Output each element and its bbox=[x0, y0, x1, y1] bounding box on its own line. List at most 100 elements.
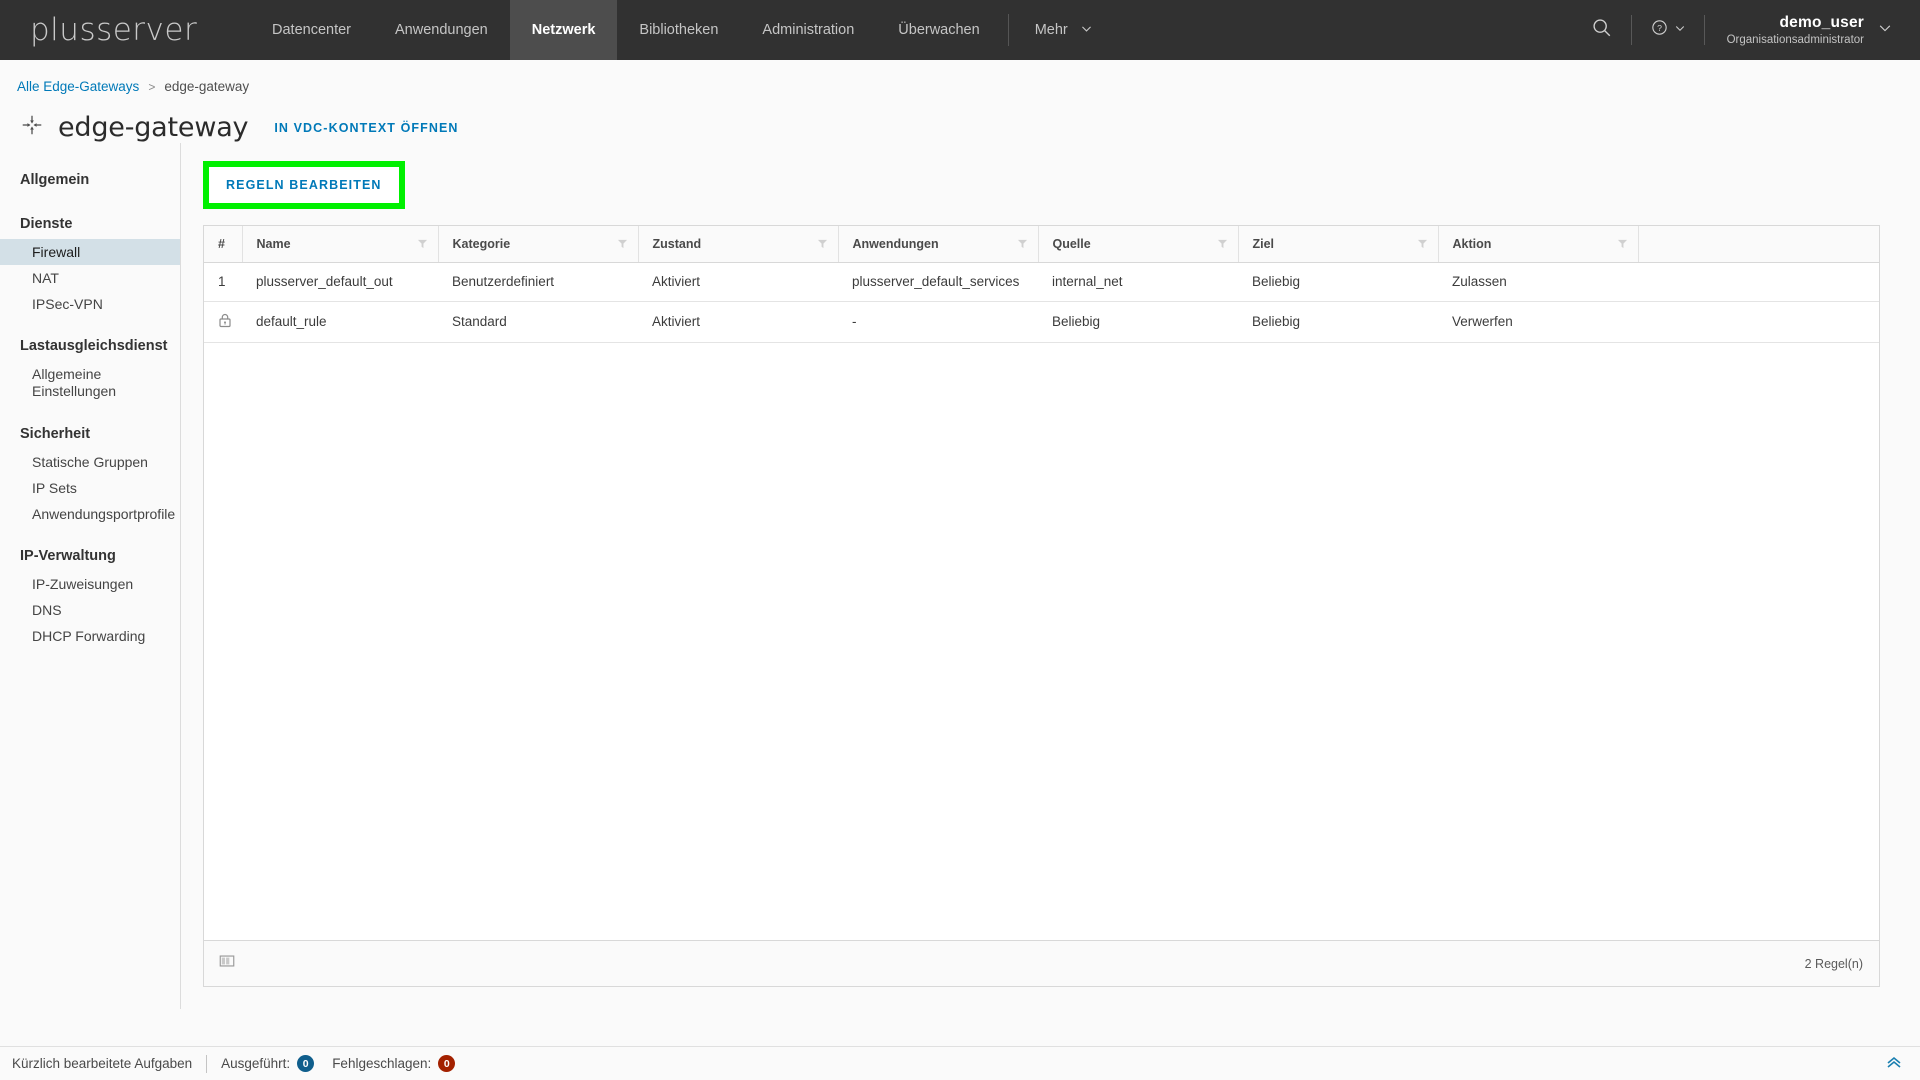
cell-anwendungen: - bbox=[838, 301, 1038, 343]
search-icon bbox=[1591, 17, 1613, 44]
column-header-anwendungen[interactable]: Anwendungen bbox=[838, 226, 1039, 263]
sidebar-heading-dienste: Dienste bbox=[20, 216, 73, 232]
expand-status-bar-button[interactable] bbox=[1884, 1052, 1904, 1075]
column-header-label: Ziel bbox=[1252, 236, 1275, 251]
sidebar-item-dns[interactable]: DNS bbox=[0, 597, 180, 623]
column-header-inner: Anwendungen bbox=[853, 237, 1038, 251]
sidebar-heading-allgemein[interactable]: Allgemein bbox=[0, 165, 180, 195]
rule-count-label: 2 Regel(n) bbox=[1804, 956, 1863, 971]
sidebar-heading-ip-verwaltung: IP-Verwaltung bbox=[20, 548, 116, 565]
nav-item-datencenter[interactable]: Datencenter bbox=[250, 0, 373, 60]
running-tasks-badge: 0 bbox=[297, 1055, 315, 1072]
sidebar-heading-lastausgleichsdienst: Lastausgleichsdienst bbox=[20, 338, 168, 354]
nav-item--berwachen[interactable]: Überwachen bbox=[876, 0, 1001, 60]
breadcrumb-separator: > bbox=[148, 79, 156, 94]
sidebar-item-allgemeine-einstellungen[interactable]: Allgemeine Einstellungen bbox=[0, 361, 180, 405]
table-row[interactable]: 1 plusserver_default_out Benutzerdefiniert… bbox=[204, 262, 1879, 302]
nav-item-netzwerk[interactable]: Netzwerk bbox=[509, 0, 618, 60]
open-in-vdc-context-link[interactable]: IN VDC-KONTEXT ÖFFNEN bbox=[274, 121, 458, 135]
cell-aktion: Zulassen bbox=[1438, 262, 1638, 302]
filter-icon[interactable] bbox=[617, 238, 628, 249]
table-row[interactable]: default_rule Standard Aktiviert - Beliebig Be… bbox=[204, 301, 1879, 343]
user-role: Organisationsadministrator bbox=[1726, 33, 1864, 46]
user-menu[interactable]: demo_user Organisationsadministrator bbox=[1705, 13, 1898, 47]
column-header-spacer[interactable] bbox=[1638, 226, 1879, 263]
column-header-inner: Ziel bbox=[1253, 237, 1438, 251]
cell-quelle: Beliebig bbox=[1038, 301, 1238, 343]
chevron-down-icon bbox=[1878, 21, 1892, 40]
top-navigation-bar: plusserver Datencenter Anwendungen Netzwer… bbox=[0, 0, 1920, 60]
column-header-ziel[interactable]: Ziel bbox=[1238, 226, 1439, 263]
column-header-aktion[interactable]: Aktion bbox=[1438, 226, 1639, 263]
user-info: demo_user Organisationsadministrator bbox=[1727, 13, 1864, 47]
column-header-kategorie[interactable]: Kategorie bbox=[438, 226, 639, 263]
sidebar-item-ipsec-vpn[interactable]: IPSec-VPN bbox=[0, 291, 180, 317]
nav-divider bbox=[1007, 14, 1009, 46]
failed-tasks[interactable]: Fehlgeschlagen: 0 bbox=[332, 1055, 456, 1072]
chevron-down-icon bbox=[1080, 22, 1093, 39]
column-header-name[interactable]: Name bbox=[242, 226, 439, 263]
chevron-down-icon bbox=[1674, 21, 1686, 39]
sidebar-item-ip-sets[interactable]: IP Sets bbox=[0, 475, 180, 501]
nav-right-cluster: ? demo_user Organisationsadministrator bbox=[1573, 0, 1920, 60]
column-layout-icon[interactable] bbox=[218, 952, 236, 975]
column-header-label: Zustand bbox=[652, 236, 702, 251]
cell-anwendungen: plusserver_default_services bbox=[838, 262, 1038, 302]
move-arrows-icon bbox=[20, 113, 44, 142]
failed-tasks-label: Fehlgeschlagen: bbox=[332, 1056, 432, 1071]
column-header--[interactable]: # bbox=[204, 226, 243, 263]
filter-icon[interactable] bbox=[417, 238, 428, 249]
cell-zustand: Aktiviert bbox=[638, 301, 838, 343]
user-name: demo_user bbox=[1779, 14, 1864, 32]
lock-icon bbox=[219, 313, 231, 327]
status-bar: Kürzlich bearbeitete Aufgaben Ausgeführt… bbox=[0, 1046, 1920, 1080]
filter-icon[interactable] bbox=[1017, 238, 1028, 249]
cell-name: plusserver_default_out bbox=[242, 262, 438, 302]
sidebar-item-dhcp-forwarding[interactable]: DHCP Forwarding bbox=[0, 623, 180, 649]
column-header-inner: Quelle bbox=[1053, 237, 1238, 251]
column-header-label: Kategorie bbox=[452, 236, 511, 251]
nav-item-bibliotheken[interactable]: Bibliotheken bbox=[617, 0, 740, 60]
cell-kategorie: Benutzerdefiniert bbox=[438, 262, 638, 302]
column-header-inner: Kategorie bbox=[453, 237, 638, 251]
filter-icon[interactable] bbox=[1417, 238, 1428, 249]
nav-item-anwendungen[interactable]: Anwendungen bbox=[373, 0, 510, 60]
double-chevron-up-icon bbox=[1884, 1052, 1904, 1075]
cell-num bbox=[204, 301, 242, 343]
brand-logo[interactable]: plusserver bbox=[0, 0, 250, 60]
content-area: Allgemein Dienste Firewall NAT IPSec-VPN Last… bbox=[0, 143, 1920, 1009]
filter-icon[interactable] bbox=[817, 238, 828, 249]
column-header-quelle[interactable]: Quelle bbox=[1038, 226, 1239, 263]
breadcrumb-root-link[interactable]: Alle Edge-Gateways bbox=[17, 79, 139, 94]
search-button[interactable] bbox=[1573, 0, 1631, 60]
cell-ziel: Beliebig bbox=[1238, 301, 1438, 343]
column-header-inner: Name bbox=[257, 237, 438, 251]
running-tasks[interactable]: Ausgeführt: 0 bbox=[221, 1055, 315, 1072]
column-header-label: # bbox=[218, 236, 225, 251]
sidebar-item-statische-gruppen[interactable]: Statische Gruppen bbox=[0, 449, 180, 475]
edit-rules-button[interactable]: REGELN BEARBEITEN bbox=[209, 167, 399, 203]
failed-tasks-badge: 0 bbox=[438, 1055, 456, 1072]
sidebar-item-firewall[interactable]: Firewall bbox=[0, 239, 180, 265]
running-tasks-label: Ausgeführt: bbox=[221, 1056, 291, 1071]
cell-zustand: Aktiviert bbox=[638, 262, 838, 302]
main-panel: REGELN BEARBEITEN # Name Kategorie Zustand A… bbox=[181, 143, 1920, 1009]
sidebar-item-nat[interactable]: NAT bbox=[0, 265, 180, 291]
sidebar-item-ip-zuweisungen[interactable]: IP-Zuweisungen bbox=[0, 571, 180, 597]
table-footer: 2 Regel(n) bbox=[204, 940, 1879, 986]
breadcrumb: Alle Edge-Gateways > edge-gateway bbox=[0, 60, 1920, 94]
recent-tasks-label[interactable]: Kürzlich bearbeitete Aufgaben bbox=[12, 1056, 192, 1071]
nav-item-mehr[interactable]: Mehr bbox=[1015, 0, 1113, 60]
column-header-label: Quelle bbox=[1052, 236, 1091, 251]
nav-item-administration[interactable]: Administration bbox=[740, 0, 876, 60]
cell-quelle: internal_net bbox=[1038, 262, 1238, 302]
filter-icon[interactable] bbox=[1617, 238, 1628, 249]
table-empty-space bbox=[204, 342, 1879, 940]
help-button[interactable]: ? bbox=[1632, 0, 1704, 60]
sidebar-item-anwendungsportprofile[interactable]: Anwendungsportprofile bbox=[0, 501, 180, 527]
cell-kategorie: Standard bbox=[438, 301, 638, 343]
column-header-zustand[interactable]: Zustand bbox=[638, 226, 839, 263]
filter-icon[interactable] bbox=[1217, 238, 1228, 249]
